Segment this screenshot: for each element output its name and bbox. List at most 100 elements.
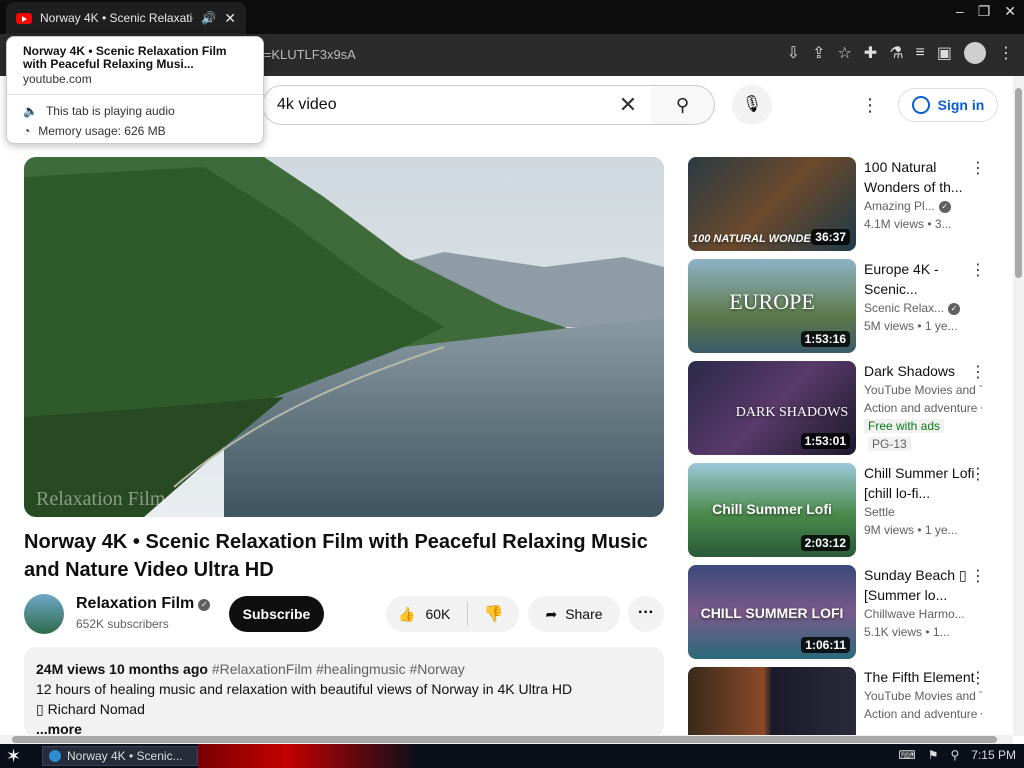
share-page-icon[interactable]: ⇪ — [812, 43, 825, 63]
search-input[interactable]: 4k video ✕ — [262, 85, 652, 125]
memory-gauge-icon: ◔ — [23, 124, 31, 138]
recommendation-title[interactable]: 100 Natural Wonders of th... — [864, 157, 982, 197]
recommendation-thumbnail[interactable]: Chill Summer Lofi 2:03:12 — [688, 463, 856, 557]
horizontal-scroll-thumb[interactable] — [12, 736, 997, 743]
person-icon — [911, 96, 930, 114]
subscriber-count: 652K subscribers — [76, 617, 169, 631]
bookmark-star-icon[interactable]: ☆ — [837, 43, 851, 63]
recommendation-info: Chill Summer Lofi [chill lo-fi... Settle… — [864, 463, 982, 539]
taskbar-window-button[interactable]: Norway 4K • Scenic... — [42, 746, 198, 766]
hashtags[interactable]: #RelaxationFilm #healingmusic #Norway — [212, 661, 465, 677]
subscribe-button[interactable]: Subscribe — [229, 596, 324, 632]
like-button[interactable]: 👍 60K — [386, 602, 468, 626]
recommendation-thumbnail[interactable] — [688, 667, 856, 737]
search-tray-icon[interactable]: ⚲ — [951, 748, 960, 762]
recommendation-info: 100 Natural Wonders of th... Amazing Pl.… — [864, 157, 982, 233]
recommendation-menu-icon[interactable]: ⋮ — [970, 465, 986, 485]
description-meta-row: 24M views 10 months ago #RelaxationFilm … — [36, 659, 652, 679]
video-duration: 36:37 — [811, 229, 850, 245]
verified-check-icon: ✓ — [938, 201, 951, 213]
recommendation-channel: Amazing Pl... ✓ — [864, 197, 982, 215]
recommendation-title[interactable]: The Fifth Element — [864, 667, 982, 687]
recommendation-thumbnail[interactable]: CHILL SUMMER LOFI 1:06:11 — [688, 565, 856, 659]
tab-close-icon[interactable]: ✕ — [224, 10, 236, 27]
minimize-button[interactable]: – — [956, 3, 964, 19]
recommendation-item[interactable]: DARK SHADOWS 1:53:01 Dark Shadows YouTub… — [688, 361, 1008, 455]
browser-tab[interactable]: Norway 4K • Scenic Relaxation 🔊 ✕ — [6, 2, 246, 34]
video-player[interactable]: Relaxation Film — [24, 157, 664, 517]
profile-avatar-icon[interactable] — [964, 42, 986, 64]
recommendation-title[interactable]: Sunday Beach ▯ [Summer lo... — [864, 565, 982, 605]
channel-avatar[interactable] — [24, 594, 64, 634]
settings-kebab-icon[interactable]: ⋮ — [860, 92, 880, 118]
free-with-ads-badge: Free with ads — [864, 419, 945, 433]
thumbnail-text: DARK SHADOWS — [735, 405, 849, 420]
recommendation-info: Europe 4K - Scenic... Scenic Relax... ✓ 5… — [864, 259, 982, 335]
start-menu-icon[interactable]: ✶ — [6, 746, 21, 767]
verified-check-icon: ✓ — [198, 599, 211, 611]
recommendation-thumbnail[interactable]: DARK SHADOWS 1:53:01 — [688, 361, 856, 455]
recommendation-channel-name: Scenic Relax... — [864, 301, 945, 315]
thumbnail-text: Chill Summer Lofi — [712, 501, 832, 517]
vertical-scrollbar[interactable] — [1013, 76, 1024, 736]
recommendation-item[interactable]: The Fifth Element YouTube Movies and TV … — [688, 667, 1008, 737]
description-box[interactable]: 24M views 10 months ago #RelaxationFilm … — [24, 647, 664, 737]
keyboard-icon[interactable]: ⌨ — [898, 748, 915, 762]
description-line-2: ▯ Richard Nomad — [36, 701, 145, 717]
browser-menu-icon[interactable]: ⋮ — [998, 43, 1014, 63]
channel-name[interactable]: Relaxation Film ✓ — [76, 595, 211, 613]
recommendation-channel: Settle — [864, 505, 895, 519]
recommendation-channel: YouTube Movies and TV — [864, 383, 982, 397]
recommendation-views: 5M views • 1 ye... — [864, 319, 958, 333]
recommendation-item[interactable]: 100 NATURAL WONDE 36:37 100 Natural Wond… — [688, 157, 1008, 251]
speaker-icon[interactable]: 🔊 — [201, 11, 216, 25]
recommendation-thumbnail[interactable]: 100 NATURAL WONDE 36:37 — [688, 157, 856, 251]
install-icon[interactable]: ⇩ — [787, 43, 800, 63]
vertical-scroll-thumb[interactable] — [1015, 88, 1022, 278]
more-actions-button[interactable]: ··· — [628, 596, 664, 632]
url-field[interactable]: ?v=KLUTLF3x9sA — [250, 41, 710, 69]
recommendation-item[interactable]: Chill Summer Lofi 2:03:12 Chill Summer L… — [688, 463, 1008, 557]
recommendation-title[interactable]: Dark Shadows — [864, 361, 982, 381]
share-button[interactable]: ➦ Share — [528, 596, 620, 632]
video-duration: 1:06:11 — [801, 637, 850, 653]
taskbar-window-label: Norway 4K • Scenic... — [67, 749, 183, 763]
thumbnail-text: CHILL SUMMER LOFI — [700, 605, 844, 621]
recommendation-title[interactable]: Europe 4K - Scenic... — [864, 259, 982, 299]
recommendation-menu-icon[interactable]: ⋮ — [970, 363, 986, 383]
close-window-button[interactable]: ✕ — [1004, 3, 1016, 20]
horizontal-scrollbar[interactable] — [0, 735, 1013, 744]
clock[interactable]: 7:15 PM — [971, 748, 1016, 762]
hover-card-title: Norway 4K • Scenic Relaxation Film with … — [23, 44, 227, 71]
like-dislike-group: 👍 60K 👎 — [386, 596, 519, 632]
side-panel-icon[interactable]: ▣ — [937, 43, 952, 63]
taskbar-decoration — [198, 744, 418, 768]
restore-button[interactable]: ❐ — [978, 3, 991, 20]
recommendation-menu-icon[interactable]: ⋮ — [970, 567, 986, 587]
video-duration: 1:53:01 — [800, 433, 850, 449]
sign-in-label: Sign in — [937, 97, 985, 113]
dislike-button[interactable]: 👎 — [468, 604, 519, 624]
labs-flask-icon[interactable]: ⚗ — [889, 43, 903, 63]
recommendation-thumbnail[interactable]: EUROPE 1:53:16 — [688, 259, 856, 353]
recommendation-views: Action and adventure • — [864, 707, 982, 721]
recommendation-menu-icon[interactable]: ⋮ — [970, 159, 986, 179]
thumbs-up-icon: 👍 — [398, 605, 416, 622]
recommendation-item[interactable]: CHILL SUMMER LOFI 1:06:11 Sunday Beach ▯… — [688, 565, 1008, 659]
recommendation-item[interactable]: EUROPE 1:53:16 Europe 4K - Scenic... Sce… — [688, 259, 1008, 353]
search-button[interactable]: ⚲ — [651, 85, 715, 125]
network-icon[interactable]: ⚑ — [928, 748, 939, 762]
browser-toolbar: ⇩ ⇪ ☆ ✚ ⚗ ≡ ▣ ⋮ — [787, 42, 1014, 64]
recommendation-title[interactable]: Chill Summer Lofi [chill lo-fi... — [864, 463, 982, 503]
recommendation-menu-icon[interactable]: ⋮ — [970, 261, 986, 281]
hover-card-memory-row: ◔ Memory usage: 626 MB — [23, 121, 247, 141]
clear-search-icon[interactable]: ✕ — [613, 90, 643, 120]
recommendation-views: 9M views • 1 ye... — [864, 523, 958, 537]
thumbnail-text: EUROPE — [729, 289, 815, 314]
media-controls-icon[interactable]: ≡ — [916, 44, 925, 62]
voice-search-button[interactable]: 🎙 — [732, 85, 772, 125]
recommendation-menu-icon[interactable]: ⋮ — [970, 669, 986, 689]
extensions-icon[interactable]: ✚ — [864, 43, 877, 63]
sign-in-button[interactable]: Sign in — [898, 88, 998, 122]
share-label: Share — [565, 606, 603, 622]
